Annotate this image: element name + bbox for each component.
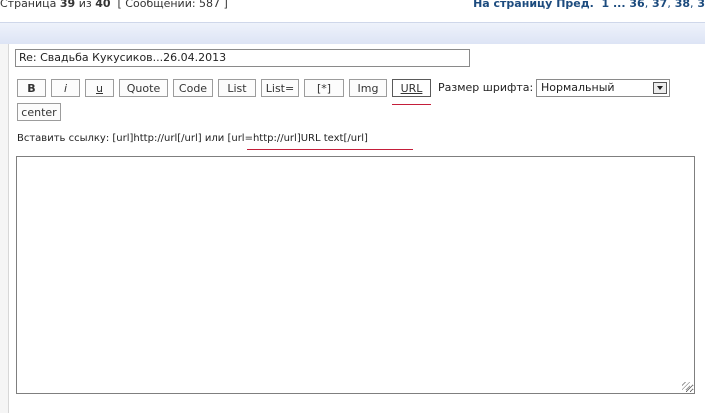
- page-word: Страница: [0, 0, 57, 10]
- code-button[interactable]: Code: [173, 79, 213, 97]
- underline-button[interactable]: u: [85, 79, 114, 97]
- goto-label: На страницу: [473, 0, 553, 10]
- chevron-down-icon[interactable]: [653, 82, 667, 94]
- messages-count: [ Сообщений: 587 ]: [117, 0, 228, 10]
- pagination-bar: Страница 39 из 40 [ Сообщений: 587 ] На …: [0, 0, 705, 14]
- list-item-button[interactable]: [*]: [304, 79, 344, 97]
- center-button[interactable]: center: [17, 103, 61, 121]
- resize-grip-icon[interactable]: [682, 382, 690, 390]
- page-link-38[interactable]: 38: [675, 0, 690, 10]
- font-size-label: Размер шрифта:: [438, 81, 534, 94]
- bold-button[interactable]: B: [17, 79, 46, 97]
- message-textarea[interactable]: [16, 156, 695, 394]
- url-example-highlight-underline: [247, 149, 413, 150]
- spacer: [0, 14, 705, 22]
- font-size-select[interactable]: Нормальный: [536, 79, 670, 97]
- page-link-1[interactable]: 1: [601, 0, 609, 10]
- ordered-list-button[interactable]: List=: [261, 79, 299, 97]
- list-button[interactable]: List: [218, 79, 256, 97]
- url-help-text: Вставить ссылку: [url]http://url[/url] и…: [17, 133, 368, 144]
- url-help-prefix: Вставить ссылку: [url]http://url[/url] и…: [17, 133, 225, 144]
- url-button[interactable]: URL: [392, 79, 431, 97]
- page-link-37[interactable]: 37: [652, 0, 667, 10]
- page-ellipsis: ...: [612, 0, 626, 10]
- prev-page-link[interactable]: Пред.: [556, 0, 594, 10]
- subject-input[interactable]: [15, 49, 470, 67]
- page-status: Страница 39 из 40 [ Сообщений: 587 ]: [0, 0, 228, 10]
- of-word: из: [78, 0, 92, 10]
- current-page: 39: [59, 0, 76, 10]
- italic-button[interactable]: i: [51, 79, 80, 97]
- page-link-36[interactable]: 36: [629, 0, 644, 10]
- page-link-39[interactable]: 3: [697, 0, 705, 10]
- font-size-value: Нормальный: [541, 81, 615, 94]
- left-column: [0, 44, 9, 413]
- total-pages: 40: [95, 0, 111, 10]
- url-help-example: [url=http://url]URL text[/url]: [227, 133, 368, 144]
- img-button[interactable]: Img: [349, 79, 387, 97]
- post-header-bar: [0, 22, 705, 45]
- url-button-highlight-underline: [392, 104, 431, 105]
- quote-button[interactable]: Quote: [119, 79, 168, 97]
- page-links: На страницу Пред. 1 ... 36, 37, 38, 3: [473, 0, 705, 10]
